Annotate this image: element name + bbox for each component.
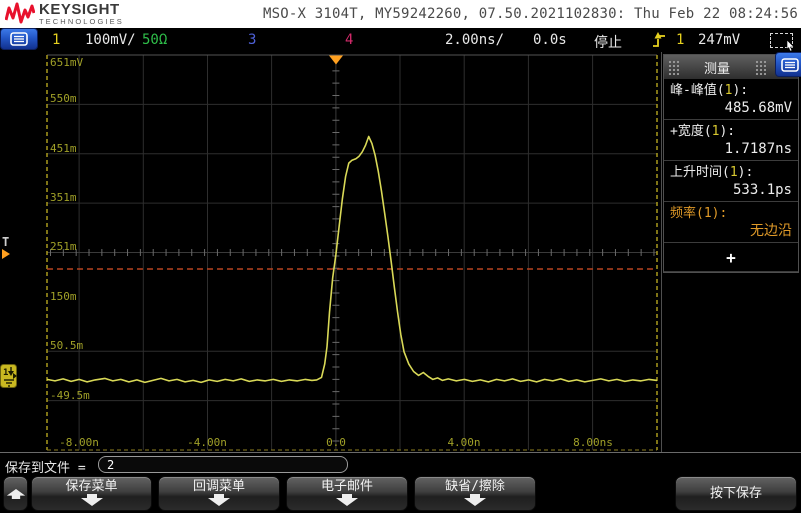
press-to-save-softkey[interactable]: 按下保存 bbox=[675, 476, 797, 511]
measurement-panel-box: 测量 峰-峰值(1): 485.68mV +宽度(1): 1.7187ns 上升… bbox=[663, 54, 799, 273]
softkey-label: 缺省/擦除 bbox=[445, 479, 505, 494]
y-axis-label: -49.5m bbox=[50, 389, 90, 402]
y-axis-label: 150m bbox=[50, 290, 77, 303]
measurement-panel: 测量 峰-峰值(1): 485.68mV +宽度(1): 1.7187ns 上升… bbox=[661, 52, 801, 452]
measurement-row-frequency[interactable]: 频率(1): 无边沿 bbox=[664, 202, 798, 243]
trigger-level-value[interactable]: 247mV bbox=[698, 32, 740, 48]
up-arrow-icon bbox=[6, 488, 26, 500]
waveform-trace bbox=[47, 137, 657, 383]
graticule-svg bbox=[0, 52, 660, 452]
keysight-logo: KEYSIGHT TECHNOLOGIES bbox=[5, 1, 124, 26]
timebase-setting[interactable]: 2.00ns/ bbox=[445, 32, 504, 48]
y-axis-label: 351m bbox=[50, 191, 77, 204]
channel1-scale[interactable]: 100mV/ bbox=[85, 32, 136, 48]
softkey-label: 电子邮件 bbox=[321, 479, 373, 494]
system-title: MSO-X 3104T, MY59242260, 07.50.202110283… bbox=[263, 6, 801, 22]
waveform-display: 651mV 550m 451m 351m 251m 150m 50.5m -49… bbox=[0, 52, 660, 452]
hamburger-menu-icon bbox=[781, 58, 799, 72]
channel1-button[interactable]: 1 bbox=[52, 32, 60, 48]
x-axis-label: 8.00ns bbox=[563, 436, 623, 449]
drag-handle-icon[interactable] bbox=[755, 60, 766, 75]
softkey-bar: 保存到文件 = 保存菜单 回调菜单 电子邮件 缺省/擦除 bbox=[0, 452, 801, 513]
x-axis-label: -4.00n bbox=[177, 436, 237, 449]
status-bar: 1 100mV/ 50Ω 3 4 2.00ns/ 0.0s 停止 1 247mV bbox=[0, 28, 801, 53]
channel1-impedance[interactable]: 50Ω bbox=[142, 32, 167, 48]
measurement-value: 485.68mV bbox=[670, 99, 792, 117]
logo-text: KEYSIGHT TECHNOLOGIES bbox=[39, 2, 124, 26]
y-axis-label: 50.5m bbox=[50, 339, 83, 352]
email-softkey[interactable]: 电子邮件 bbox=[286, 476, 408, 511]
channel3-button[interactable]: 3 bbox=[248, 32, 256, 48]
measurement-menu-button[interactable] bbox=[775, 52, 801, 77]
oscilloscope-screen: KEYSIGHT TECHNOLOGIES MSO-X 3104T, MY592… bbox=[0, 0, 801, 513]
measurement-label-suffix: ): bbox=[732, 83, 748, 98]
softkey-label: 保存菜单 bbox=[65, 479, 117, 494]
main-menu-button[interactable] bbox=[0, 28, 38, 50]
y-axis-label: 451m bbox=[50, 142, 77, 155]
hamburger-menu-icon bbox=[10, 32, 28, 46]
channel1-ground-marker[interactable]: 1 bbox=[0, 364, 18, 388]
trigger-level-label: T bbox=[2, 235, 9, 249]
save-to-file-label: 保存到文件 = bbox=[5, 457, 86, 476]
x-axis-label: -8.00n bbox=[49, 436, 109, 449]
filename-input[interactable] bbox=[98, 456, 348, 473]
save-menu-softkey[interactable]: 保存菜单 bbox=[31, 476, 152, 511]
measurement-channel: 1 bbox=[730, 165, 738, 180]
x-axis-label: 4.00n bbox=[434, 436, 494, 449]
measurement-label-suffix: ): bbox=[712, 206, 728, 221]
measurement-panel-title: 测量 bbox=[683, 58, 751, 77]
measurement-channel: 1 bbox=[704, 206, 712, 221]
time-reference-marker[interactable] bbox=[329, 56, 343, 65]
down-arrow-icon bbox=[207, 494, 231, 506]
add-measurement-button[interactable]: + bbox=[664, 243, 798, 272]
softkey-label: 按下保存 bbox=[710, 486, 762, 501]
measurement-value: 533.1ps bbox=[670, 181, 792, 199]
trigger-slope-icon[interactable] bbox=[652, 31, 667, 49]
back-softkey-button[interactable] bbox=[3, 476, 28, 511]
y-axis-label: 251m bbox=[50, 240, 77, 253]
trigger-source[interactable]: 1 bbox=[676, 32, 684, 48]
y-axis-label: 550m bbox=[50, 92, 77, 105]
y-axis-label: 651mV bbox=[50, 56, 83, 69]
drag-handle-icon[interactable] bbox=[668, 60, 679, 75]
measurement-row-plus-width[interactable]: +宽度(1): 1.7187ns bbox=[664, 120, 798, 161]
measurement-label-suffix: ): bbox=[738, 165, 754, 180]
top-bar: KEYSIGHT TECHNOLOGIES MSO-X 3104T, MY592… bbox=[0, 0, 801, 28]
recall-menu-softkey[interactable]: 回调菜单 bbox=[158, 476, 280, 511]
measurement-label: 峰-峰值( bbox=[670, 83, 725, 98]
brand-name: KEYSIGHT bbox=[39, 2, 124, 17]
brand-sub: TECHNOLOGIES bbox=[39, 18, 124, 26]
measurement-value: 1.7187ns bbox=[670, 140, 792, 158]
measurement-row-peak-peak[interactable]: 峰-峰值(1): 485.68mV bbox=[664, 79, 798, 120]
measurement-label: +宽度( bbox=[670, 124, 712, 139]
svg-text:1: 1 bbox=[3, 368, 8, 378]
down-arrow-icon bbox=[463, 494, 487, 506]
measurement-label: 上升时间( bbox=[670, 165, 730, 180]
run-state-indicator[interactable]: 停止 bbox=[594, 32, 622, 52]
selection-region-icon[interactable] bbox=[770, 33, 793, 48]
default-erase-softkey[interactable]: 缺省/擦除 bbox=[414, 476, 536, 511]
down-arrow-icon bbox=[80, 494, 104, 506]
keysight-wave-icon bbox=[5, 1, 35, 26]
x-axis-label: 0.0 bbox=[306, 436, 366, 449]
down-arrow-icon bbox=[335, 494, 359, 506]
cursor-arrow-icon bbox=[786, 40, 796, 51]
measurement-label: 频率( bbox=[670, 206, 704, 221]
measurement-label-suffix: ): bbox=[719, 124, 735, 139]
softkey-label: 回调菜单 bbox=[193, 479, 245, 494]
trigger-level-marker[interactable] bbox=[2, 249, 10, 259]
measurement-row-rise-time[interactable]: 上升时间(1): 533.1ps bbox=[664, 161, 798, 202]
delay-setting[interactable]: 0.0s bbox=[533, 32, 567, 48]
measurement-value: 无边沿 bbox=[670, 222, 792, 240]
channel4-button[interactable]: 4 bbox=[345, 32, 353, 48]
